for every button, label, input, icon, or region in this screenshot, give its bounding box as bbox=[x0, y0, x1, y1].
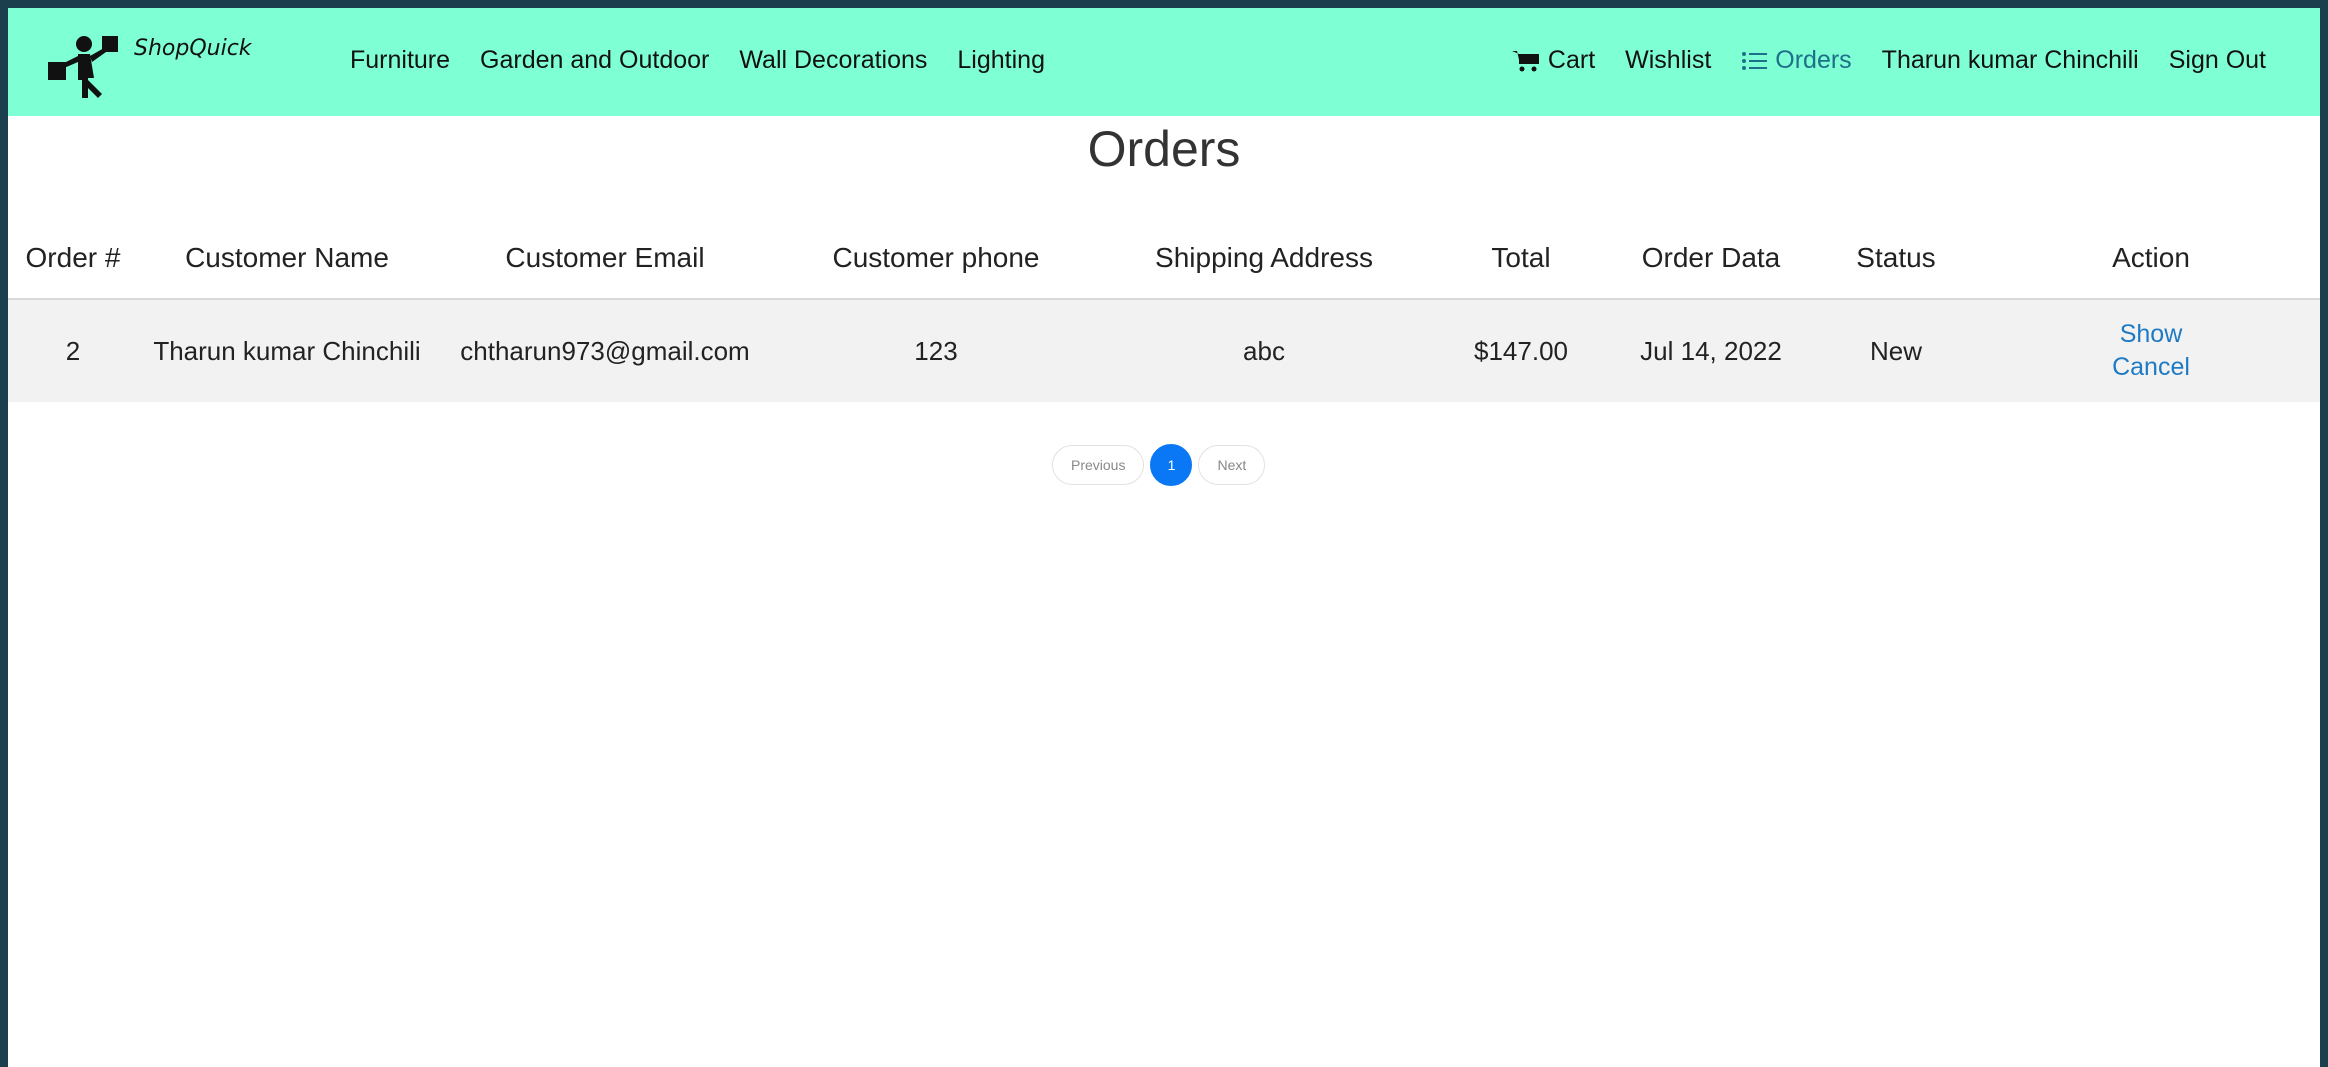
header-status: Status bbox=[1810, 218, 1982, 300]
header-order-date: Order Data bbox=[1612, 218, 1810, 300]
nav-orders[interactable]: Orders bbox=[1741, 46, 1852, 75]
cell-customer-phone: 123 bbox=[914, 335, 958, 366]
pagination: Previous 1 Next bbox=[1052, 444, 1266, 486]
nav-wishlist[interactable]: Wishlist bbox=[1625, 46, 1711, 75]
previous-page-button[interactable]: Previous bbox=[1052, 445, 1145, 485]
category-nav: Furniture Garden and Outdoor Wall Decora… bbox=[350, 46, 1045, 75]
header-customer-phone: Customer phone bbox=[774, 218, 1098, 300]
action-links: Show Cancel bbox=[1983, 320, 2319, 382]
brand[interactable]: ShopQuick bbox=[44, 34, 252, 100]
header-action: Action bbox=[1982, 218, 2320, 300]
nav-sign-out[interactable]: Sign Out bbox=[2169, 46, 2266, 75]
page-title: Orders bbox=[1087, 121, 1241, 177]
cell-status: New bbox=[1869, 335, 1922, 366]
orders-table: Order # Customer Name Customer Email Cus… bbox=[8, 218, 2320, 402]
nav-cart[interactable]: Cart bbox=[1511, 46, 1596, 75]
cell-total: $147.00 bbox=[1474, 335, 1568, 366]
cart-icon bbox=[1511, 50, 1539, 71]
nav-furniture[interactable]: Furniture bbox=[350, 46, 450, 75]
app-frame: ShopQuick Furniture Garden and Outdoor W… bbox=[8, 8, 2320, 1067]
nav-lighting[interactable]: Lighting bbox=[957, 46, 1045, 75]
list-icon bbox=[1742, 51, 1768, 70]
cart-label: Cart bbox=[1547, 46, 1596, 74]
header-customer-email: Customer Email bbox=[436, 218, 774, 300]
cell-order-number: 2 bbox=[65, 335, 81, 366]
cell-customer-name: Tharun kumar Chinchili bbox=[153, 335, 421, 366]
brand-name: ShopQuick bbox=[134, 36, 252, 61]
navbar: ShopQuick Furniture Garden and Outdoor W… bbox=[8, 8, 2320, 116]
header-customer-name: Customer Name bbox=[138, 218, 436, 300]
cell-action: Show Cancel bbox=[1982, 299, 2320, 402]
orders-label: Orders bbox=[1775, 46, 1852, 74]
cancel-order-link[interactable]: Cancel bbox=[2112, 353, 2190, 382]
cell-customer-email: chtharun973@gmail.com bbox=[460, 335, 750, 366]
account-nav: Cart Wishlist Orders Tharun kumar Chinch… bbox=[1511, 46, 2266, 75]
nav-garden-and-outdoor[interactable]: Garden and Outdoor bbox=[480, 46, 709, 75]
cell-order-date: Jul 14, 2022 bbox=[1640, 335, 1782, 366]
shopper-logo-icon bbox=[48, 36, 118, 98]
header-order-number: Order # bbox=[8, 218, 138, 300]
table-header-row: Order # Customer Name Customer Email Cus… bbox=[8, 218, 2320, 300]
header-shipping-address: Shipping Address bbox=[1098, 218, 1430, 300]
nav-wall-decorations[interactable]: Wall Decorations bbox=[739, 46, 927, 75]
show-order-link[interactable]: Show bbox=[2120, 320, 2183, 349]
cell-shipping-address: abc bbox=[1243, 335, 1285, 366]
header-total: Total bbox=[1430, 218, 1612, 300]
next-page-button[interactable]: Next bbox=[1198, 445, 1266, 485]
page-1-button[interactable]: 1 bbox=[1150, 444, 1193, 486]
nav-user-profile[interactable]: Tharun kumar Chinchili bbox=[1882, 46, 2139, 75]
table-row: 2 Tharun kumar Chinchili chtharun973@gma… bbox=[8, 299, 2320, 402]
